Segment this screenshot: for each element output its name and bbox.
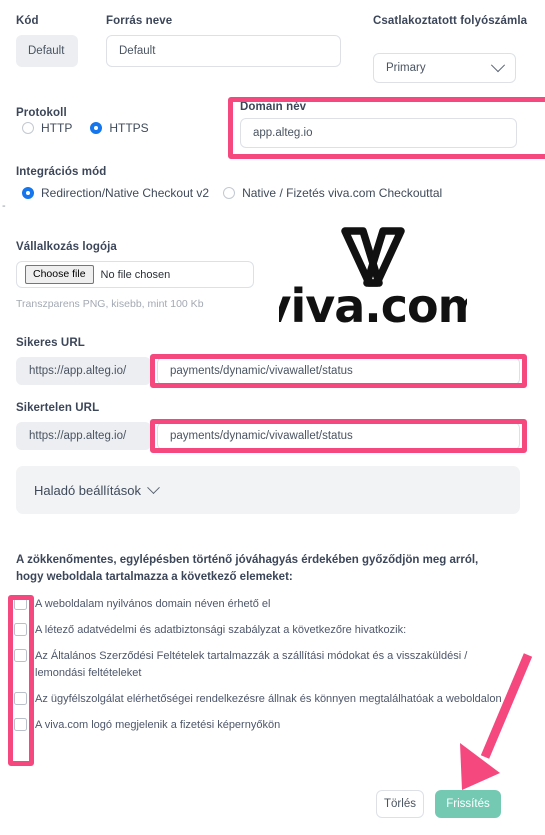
- integration-option-label: Redirection/Native Checkout v2: [41, 186, 210, 200]
- failure-url-prefix: https://app.alteg.io/: [16, 422, 151, 450]
- top-fields-row: Kód Default Forrás neve Default Csatlako…: [0, 0, 545, 90]
- checkbox-unchecked-icon[interactable]: [14, 718, 27, 731]
- checklist-item[interactable]: A létező adatvédelmi és adatbiztonsági s…: [14, 622, 519, 639]
- advanced-settings-label: Haladó beállítások: [34, 482, 141, 498]
- radio-selected-icon[interactable]: [22, 187, 34, 199]
- logo-hint-text: Transzparens PNG, kisebb, mint 100 Kb: [16, 298, 204, 310]
- connected-account-label: Csatlakoztatott folyószámla: [373, 15, 528, 27]
- checklist-item-label: A viva.com logó megjelenik a fizetési ké…: [35, 719, 281, 731]
- source-name-label: Forrás neve: [106, 15, 173, 27]
- logo-file-input[interactable]: Choose file No file chosen: [16, 261, 254, 288]
- checkbox-unchecked-icon[interactable]: [14, 649, 27, 662]
- checklist-item-label: Az ügyfélszolgálat elérhetőségei rendelk…: [35, 693, 502, 705]
- dash-marker: -: [2, 200, 6, 212]
- failure-url-label: Sikertelen URL: [16, 402, 100, 414]
- protocol-radio-https[interactable]: HTTPS: [90, 121, 149, 135]
- domain-label: Domain név: [240, 101, 307, 113]
- delete-button[interactable]: Törlés: [376, 790, 424, 818]
- connected-account-value: Primary: [386, 62, 426, 74]
- advanced-settings-accordion[interactable]: Haladó beállítások: [16, 466, 520, 514]
- radio-unselected-icon[interactable]: [22, 122, 34, 134]
- choose-file-button[interactable]: Choose file: [25, 265, 94, 284]
- integration-radio-redirection[interactable]: Redirection/Native Checkout v2: [22, 186, 209, 200]
- file-status-text: No file chosen: [100, 268, 171, 281]
- code-label: Kód: [16, 15, 39, 27]
- failure-url-input[interactable]: payments/dynamic/vivawallet/status: [157, 422, 520, 450]
- integration-radio-native[interactable]: Native / Fizetés viva.com Checkouttal: [223, 186, 442, 200]
- checklist-item-label: A weboldalam nyilvános domain néven érhe…: [35, 598, 271, 610]
- protocol-label: Protokoll: [16, 107, 67, 119]
- checkbox-unchecked-icon[interactable]: [14, 623, 27, 636]
- checklist-item-label: A létező adatvédelmi és adatbiztonsági s…: [35, 624, 407, 636]
- source-name-input[interactable]: Default: [106, 35, 341, 67]
- checklist-item[interactable]: A weboldalam nyilvános domain néven érhe…: [14, 596, 519, 613]
- protocol-option-label: HTTPS: [109, 121, 149, 135]
- success-url-prefix: https://app.alteg.io/: [16, 357, 151, 385]
- integration-mode-radio-group: Redirection/Native Checkout v2 Native / …: [22, 186, 442, 200]
- pink-arrow-annotation: [440, 645, 545, 800]
- protocol-radio-http[interactable]: HTTP: [22, 121, 72, 135]
- domain-input[interactable]: app.alteg.io: [240, 118, 517, 148]
- connected-account-select[interactable]: Primary: [373, 53, 516, 83]
- integration-option-label: Native / Fizetés viva.com Checkouttal: [242, 186, 443, 200]
- viva-com-logo: viva.com: [261, 226, 486, 333]
- viva-payment-settings-form: Kód Default Forrás neve Default Csatlako…: [0, 0, 545, 835]
- radio-unselected-icon[interactable]: [223, 187, 236, 199]
- chevron-down-icon: [490, 58, 506, 73]
- code-value-chip: Default: [16, 35, 78, 67]
- protocol-option-label: HTTP: [41, 121, 73, 135]
- success-url-label: Sikeres URL: [16, 337, 85, 349]
- svg-text:viva.com: viva.com: [279, 279, 467, 328]
- company-logo-label: Vállalkozás logója: [16, 241, 117, 253]
- checklist-title: A zökkenőmentes, egylépésben történő jóv…: [16, 554, 479, 583]
- checkbox-unchecked-icon[interactable]: [14, 597, 27, 610]
- protocol-radio-group: HTTP HTTPS: [22, 121, 149, 135]
- checkbox-unchecked-icon[interactable]: [14, 692, 27, 705]
- radio-selected-icon[interactable]: [90, 122, 103, 134]
- integration-mode-label: Integrációs mód: [16, 166, 107, 178]
- chevron-down-icon: [147, 480, 160, 494]
- success-url-input[interactable]: payments/dynamic/vivawallet/status: [157, 357, 520, 385]
